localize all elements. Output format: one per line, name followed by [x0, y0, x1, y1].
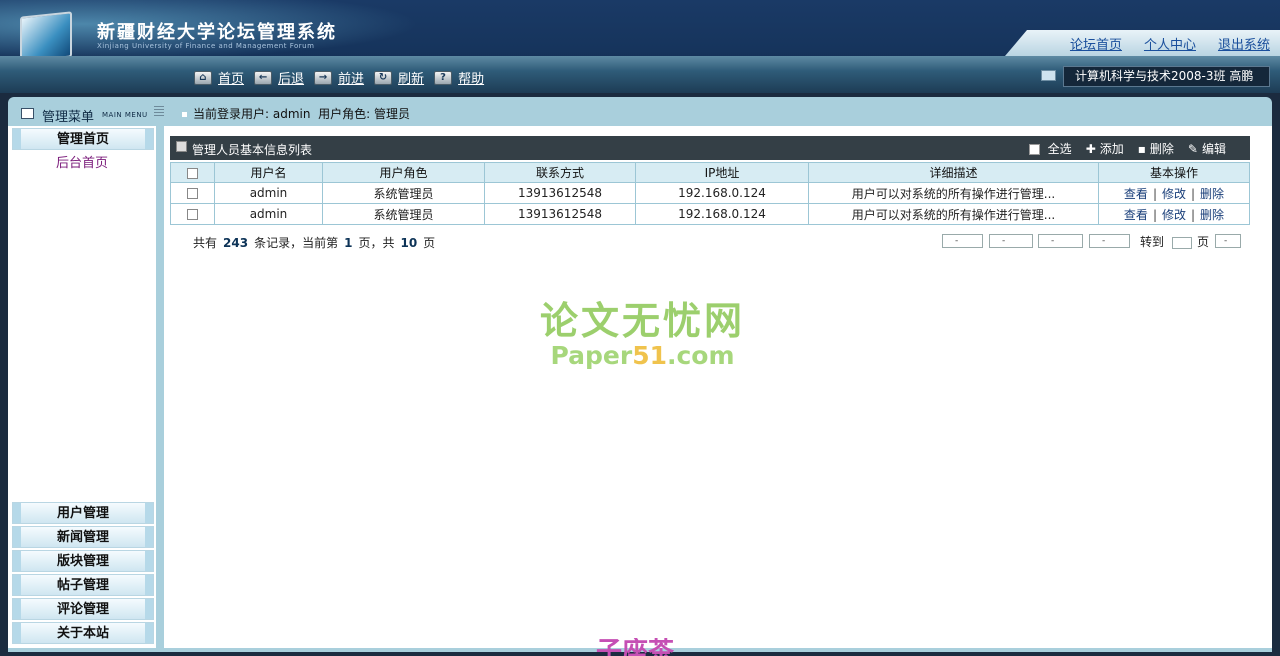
logout-link[interactable]: 退出系统	[1218, 34, 1270, 53]
site-title: 新疆财经大学论坛管理系统	[97, 22, 337, 43]
list-header: 管理人员基本信息列表 全选 ✚ 添加 ▪ 删除 ✎ 编辑	[170, 136, 1250, 160]
plus-icon: ✚	[1085, 142, 1096, 156]
menu-icon	[21, 108, 34, 119]
cell-description: 用户可以对系统的所有操作进行管理...	[808, 203, 1099, 225]
toolbar: ⌂ 首页 ← 后退 → 前进 ↻ 刷新 ? 帮助	[194, 68, 488, 87]
view-link[interactable]: 查看	[1124, 208, 1148, 222]
pager-summary: 共有 243 条记录，当前第 1 页，共 10 页	[193, 236, 436, 250]
menu-news-manage[interactable]: 新闻管理	[12, 526, 154, 548]
delete-link[interactable]: 删除	[1200, 187, 1224, 201]
delete-link[interactable]: 删除	[1200, 208, 1224, 222]
goto-button[interactable]: -	[1215, 234, 1241, 248]
goto-label: 转到	[1140, 235, 1165, 249]
forward-arrow-icon: →	[314, 70, 333, 85]
user-class-box: 计算机科学与技术2008-3班 高鹏	[1063, 66, 1270, 87]
col-role: 用户角色	[322, 162, 485, 183]
last-page-button[interactable]: -	[1089, 234, 1130, 248]
menu-header: 管理菜单 MAIN MENU	[8, 101, 164, 127]
admin-table: 用户名 用户角色 联系方式 IP地址 详细描述 基本操作 admin 系统管理员…	[170, 162, 1250, 225]
bullet-icon	[182, 112, 187, 117]
cell-ip: 192.168.0.124	[635, 182, 809, 204]
list-title: 管理人员基本信息列表	[192, 143, 313, 157]
list-icon	[176, 141, 187, 152]
delete-button[interactable]: ▪ 删除	[1138, 140, 1174, 157]
menu-collapse-handle[interactable]	[154, 106, 164, 118]
cell-contact: 13913612548	[484, 182, 636, 204]
watermark: 论文无忧网 Paper51.com	[540, 290, 745, 370]
cell-role: 系统管理员	[322, 203, 485, 225]
modify-link[interactable]: 修改	[1162, 208, 1186, 222]
help-icon: ?	[434, 70, 453, 85]
header-select[interactable]	[170, 162, 215, 183]
list-actions: 全选 ✚ 添加 ▪ 删除 ✎ 编辑	[1028, 140, 1226, 157]
toolbar-refresh[interactable]: ↻ 刷新	[374, 68, 424, 87]
menu-board-manage[interactable]: 版块管理	[12, 550, 154, 572]
next-page-button[interactable]: -	[1038, 234, 1083, 248]
modify-link[interactable]: 修改	[1162, 187, 1186, 201]
menu-title-en: MAIN MENU	[102, 111, 148, 119]
add-button[interactable]: ✚ 添加	[1086, 140, 1124, 157]
page-unit-label: 页	[1197, 235, 1210, 249]
toolbar-help[interactable]: ? 帮助	[434, 68, 484, 87]
menu-comment-manage[interactable]: 评论管理	[12, 598, 154, 620]
table-header-row: 用户名 用户角色 联系方式 IP地址 详细描述 基本操作	[170, 162, 1250, 183]
col-operations: 基本操作	[1098, 162, 1250, 183]
table-row: admin 系统管理员 13913612548 192.168.0.124 用户…	[170, 203, 1250, 225]
select-all-checkbox[interactable]	[187, 167, 198, 179]
select-all-button[interactable]: 全选	[1028, 140, 1072, 157]
cell-operations: 查看 | 修改 | 删除	[1098, 203, 1250, 225]
home-icon: ⌂	[194, 70, 212, 85]
user-screen-icon	[1041, 70, 1056, 81]
cell-contact: 13913612548	[484, 203, 636, 225]
personal-center-link[interactable]: 个人中心	[1144, 34, 1196, 53]
total-records: 243	[223, 236, 249, 250]
view-link[interactable]: 查看	[1124, 187, 1148, 201]
current-role: 管理员	[374, 107, 411, 121]
goto-page-input[interactable]	[1172, 237, 1192, 249]
pencil-icon: ✎	[1187, 142, 1198, 156]
cell-role: 系统管理员	[322, 182, 485, 204]
first-page-button[interactable]: -	[942, 234, 983, 248]
forum-home-link[interactable]: 论坛首页	[1070, 34, 1122, 53]
refresh-icon: ↻	[374, 70, 393, 85]
total-pages: 10	[400, 236, 418, 250]
edit-button[interactable]: ✎ 编辑	[1188, 140, 1226, 157]
menu-title: 管理菜单	[42, 110, 95, 125]
toolbar-back[interactable]: ← 后退	[254, 68, 304, 87]
prev-page-button[interactable]: -	[989, 234, 1033, 248]
cell-username: admin	[214, 182, 323, 204]
cell-ip: 192.168.0.124	[635, 203, 809, 225]
watermark-cn: 论文无忧网	[540, 298, 746, 343]
top-links: 论坛首页 个人中心 退出系统	[1070, 34, 1270, 53]
row-checkbox[interactable]	[187, 188, 198, 199]
cell-operations: 查看 | 修改 | 删除	[1098, 182, 1250, 204]
menu-backend-home[interactable]: 后台首页	[8, 152, 156, 171]
menu-manage-home[interactable]: 管理首页	[12, 128, 154, 150]
cell-username: admin	[214, 203, 323, 225]
menu-about-site[interactable]: 关于本站	[12, 622, 154, 644]
toolbar-forward[interactable]: → 前进	[314, 68, 364, 87]
current-user: admin	[272, 107, 311, 121]
cell-description: 用户可以对系统的所有操作进行管理...	[808, 182, 1099, 204]
bottom-watermark: 子座茶	[596, 638, 675, 656]
toolbar-home[interactable]: ⌂ 首页	[194, 68, 244, 87]
row-checkbox[interactable]	[187, 209, 198, 220]
logo-monitor-icon	[20, 11, 72, 63]
col-ip: IP地址	[635, 162, 809, 183]
menu-post-manage[interactable]: 帖子管理	[12, 574, 154, 596]
col-contact: 联系方式	[484, 162, 636, 183]
col-username: 用户名	[214, 162, 323, 183]
back-arrow-icon: ←	[254, 70, 273, 85]
menu-user-manage[interactable]: 用户管理	[12, 502, 154, 524]
watermark-en: Paper51.com	[550, 341, 735, 370]
table-row: admin 系统管理员 13913612548 192.168.0.124 用户…	[170, 182, 1250, 204]
checkbox-icon	[1028, 144, 1040, 155]
col-description: 详细描述	[808, 162, 1099, 183]
current-page: 1	[344, 236, 353, 250]
login-info: 当前登录用户: admin 用户角色: 管理员	[182, 105, 410, 122]
site-subtitle: Xinjiang University of Finance and Manag…	[97, 42, 315, 50]
trash-icon: ▪	[1137, 142, 1146, 156]
